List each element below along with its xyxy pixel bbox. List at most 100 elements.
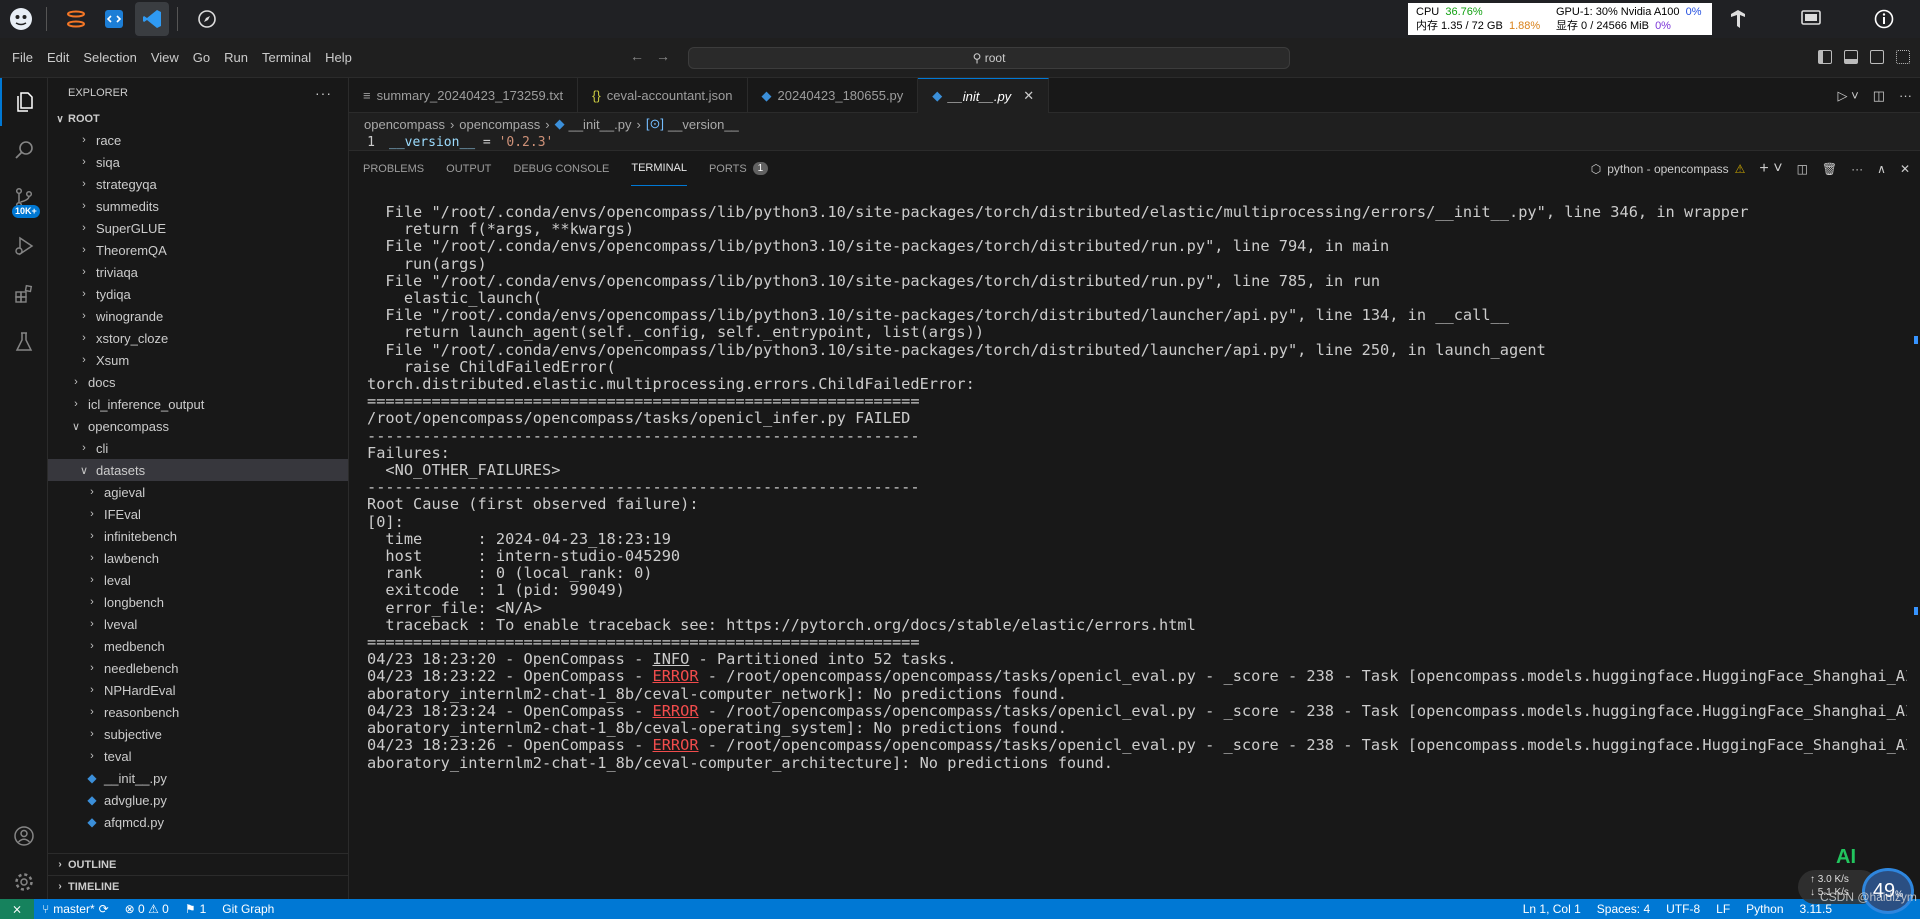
indentation[interactable]: Spaces: 4 xyxy=(1589,902,1658,916)
vscode-icon[interactable] xyxy=(135,2,169,36)
close-panel-icon[interactable]: ✕ xyxy=(1900,162,1910,176)
folder-item[interactable]: › xstory_cloze xyxy=(48,327,348,349)
breadcrumb-item[interactable]: __version__ xyxy=(668,117,739,132)
file-item[interactable]: ◆ __init__.py xyxy=(48,767,348,789)
file-item[interactable]: ◆ afqmcd.py xyxy=(48,811,348,833)
tab-output[interactable]: OUTPUT xyxy=(446,151,491,186)
code-line[interactable]: 1 __version__ = '0.2.3' xyxy=(349,135,1920,150)
file-item[interactable]: ◆ advglue.py xyxy=(48,789,348,811)
ports-indicator[interactable]: ⚑ 1 xyxy=(177,902,214,916)
file-item[interactable]: ◆ anli.py xyxy=(48,833,348,840)
tab-terminal[interactable]: TERMINAL xyxy=(631,151,687,186)
remote-indicator-icon[interactable]: ⨯ xyxy=(0,899,35,919)
compass-icon[interactable] xyxy=(190,2,224,36)
folder-item[interactable]: › reasonbench xyxy=(48,701,348,723)
folder-item[interactable]: › NPHardEval xyxy=(48,679,348,701)
git-graph-button[interactable]: Git Graph xyxy=(214,902,282,916)
search-icon[interactable] xyxy=(0,126,48,174)
source-control-icon[interactable]: 10K+ xyxy=(0,174,48,222)
outline-section[interactable]: › OUTLINE xyxy=(48,853,348,875)
terminal-output[interactable]: File "/root/.conda/envs/opencompass/lib/… xyxy=(367,204,1907,894)
tab-problems[interactable]: PROBLEMS xyxy=(363,151,424,186)
tab-config-py[interactable]: ◆ 20240423_180655.py xyxy=(748,78,919,113)
folder-item[interactable]: › TheoremQA xyxy=(48,239,348,261)
toggle-secondary-sidebar-icon[interactable] xyxy=(1870,50,1884,64)
menu-view[interactable]: View xyxy=(144,50,186,65)
breadcrumb-item[interactable]: __init__.py xyxy=(569,117,632,132)
tab-ceval-json[interactable]: {} ceval-accountant.json xyxy=(578,78,748,113)
tensorflow-icon[interactable] xyxy=(1723,4,1753,34)
more-actions-icon[interactable]: ··· xyxy=(1851,162,1863,176)
menu-go[interactable]: Go xyxy=(186,50,217,65)
cursor-position[interactable]: Ln 1, Col 1 xyxy=(1515,902,1589,916)
split-terminal-icon[interactable]: ◫ xyxy=(1797,162,1808,176)
menu-run[interactable]: Run xyxy=(217,50,255,65)
folder-item[interactable]: › medbench xyxy=(48,635,348,657)
kill-terminal-icon[interactable]: 🗑 xyxy=(1822,162,1837,176)
close-tab-icon[interactable]: ✕ xyxy=(1023,88,1034,104)
breadcrumb-item[interactable]: opencompass xyxy=(364,117,445,132)
folder-item[interactable]: › summedits xyxy=(48,195,348,217)
tab-summary-txt[interactable]: ≡ summary_20240423_173259.txt xyxy=(349,78,579,113)
info-icon[interactable] xyxy=(1869,4,1899,34)
language-mode[interactable]: Python xyxy=(1738,902,1791,916)
run-debug-icon[interactable] xyxy=(0,222,48,270)
extensions-icon[interactable] xyxy=(0,270,48,318)
folder-item[interactable]: ∨ opencompass xyxy=(48,415,348,437)
run-python-icon[interactable]: ▷ ˅ xyxy=(1838,88,1859,104)
split-editor-icon[interactable]: ◫ xyxy=(1873,88,1885,104)
folder-item[interactable]: › tydiqa xyxy=(48,283,348,305)
menu-file[interactable]: File xyxy=(5,50,40,65)
folder-item[interactable]: › needlebench xyxy=(48,657,348,679)
folder-item[interactable]: › SuperGLUE xyxy=(48,217,348,239)
explorer-root-folder[interactable]: ∨ ROOT xyxy=(48,108,348,130)
explorer-icon[interactable] xyxy=(0,78,48,126)
back-arrow-icon[interactable]: ← xyxy=(630,48,656,64)
end-of-line[interactable]: LF xyxy=(1708,902,1738,916)
folder-item[interactable]: › docs xyxy=(48,371,348,393)
testing-icon[interactable] xyxy=(0,318,48,366)
problems-indicator[interactable]: ⊗ 0 ⚠ 0 xyxy=(117,902,177,916)
tab-ports[interactable]: PORTS 1 xyxy=(709,151,769,186)
tab-debug-console[interactable]: DEBUG CONSOLE xyxy=(513,151,609,186)
folder-item[interactable]: › agieval xyxy=(48,481,348,503)
folder-item[interactable]: › lveval xyxy=(48,613,348,635)
screen-share-icon[interactable] xyxy=(1796,4,1826,34)
folder-item[interactable]: › leval xyxy=(48,569,348,591)
maximize-panel-icon[interactable]: ∧ xyxy=(1877,162,1886,176)
menu-edit[interactable]: Edit xyxy=(40,50,76,65)
app-logo-icon[interactable] xyxy=(4,2,38,36)
more-actions-icon[interactable]: ··· xyxy=(315,85,332,101)
folder-item[interactable]: › icl_inference_output xyxy=(48,393,348,415)
customize-layout-icon[interactable] xyxy=(1896,50,1910,64)
toggle-sidebar-icon[interactable] xyxy=(1818,50,1832,64)
jupyter-icon[interactable] xyxy=(59,2,93,36)
tab-init-py[interactable]: ◆ __init__.py ✕ xyxy=(918,78,1050,113)
folder-item[interactable]: › strategyqa xyxy=(48,173,348,195)
accounts-icon[interactable] xyxy=(0,812,48,860)
folder-item[interactable]: › triviaqa xyxy=(48,261,348,283)
folder-item[interactable]: › IFEval xyxy=(48,503,348,525)
breadcrumb-item[interactable]: opencompass xyxy=(459,117,540,132)
folder-item[interactable]: › winogrande xyxy=(48,305,348,327)
folder-item[interactable]: › cli xyxy=(48,437,348,459)
folder-item[interactable]: › Xsum xyxy=(48,349,348,371)
folder-item[interactable]: › teval xyxy=(48,745,348,767)
more-actions-icon[interactable]: ··· xyxy=(1899,88,1912,104)
toggle-panel-icon[interactable] xyxy=(1844,50,1858,64)
git-branch[interactable]: ⑂ master* ⟳ xyxy=(34,902,117,916)
menu-selection[interactable]: Selection xyxy=(76,50,143,65)
code-editor-icon[interactable] xyxy=(97,2,131,36)
folder-item[interactable]: › subjective xyxy=(48,723,348,745)
forward-arrow-icon[interactable]: → xyxy=(656,48,682,64)
folder-item[interactable]: ∨ datasets xyxy=(48,459,348,481)
encoding[interactable]: UTF-8 xyxy=(1658,902,1708,916)
folder-item[interactable]: › longbench xyxy=(48,591,348,613)
timeline-section[interactable]: › TIMELINE xyxy=(48,875,348,897)
menu-help[interactable]: Help xyxy=(318,50,359,65)
command-center-search[interactable]: ⚲ root xyxy=(688,47,1290,69)
folder-item[interactable]: › lawbench xyxy=(48,547,348,569)
terminal-selector[interactable]: ⬡ python - opencompass ⚠ xyxy=(1591,162,1746,176)
python-interpreter[interactable]: 3.11.5 xyxy=(1792,902,1840,916)
folder-item[interactable]: › infinitebench xyxy=(48,525,348,547)
